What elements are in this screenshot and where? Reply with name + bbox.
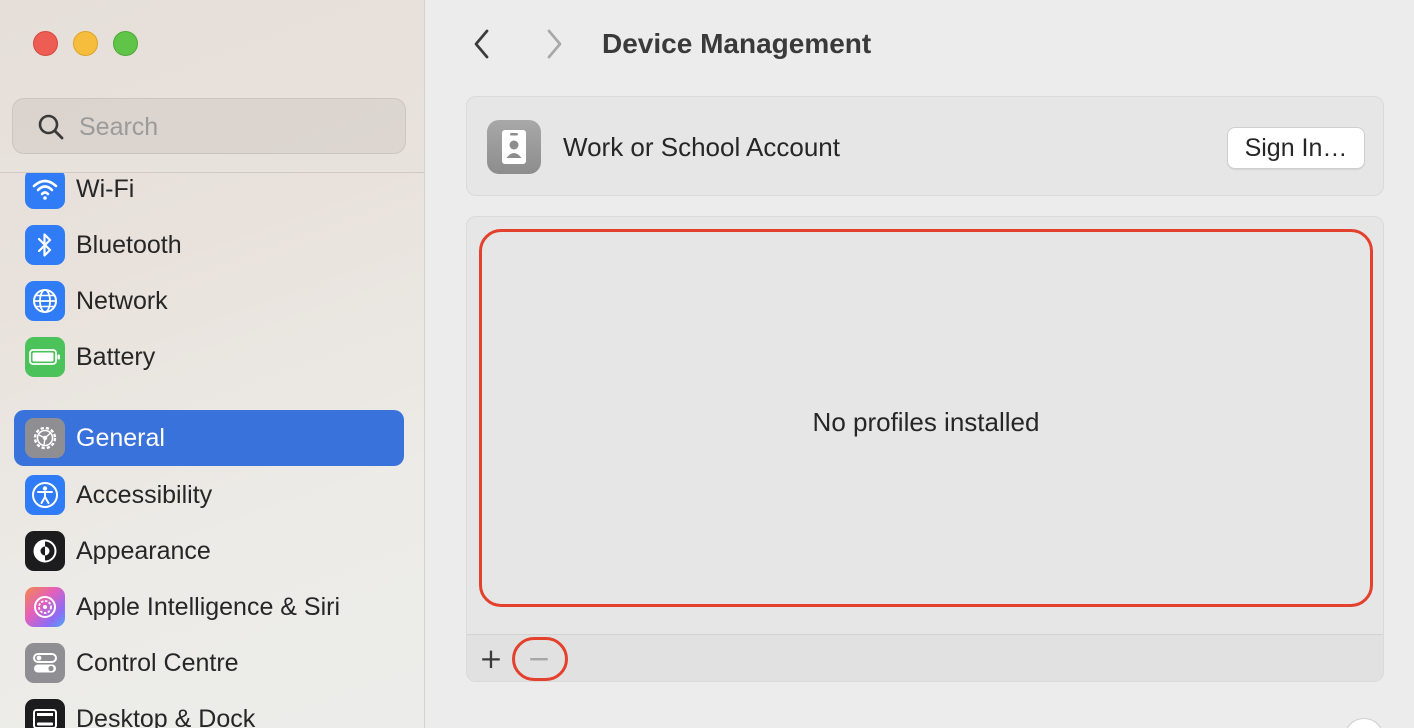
sidebar-item-label: Network [76, 287, 168, 315]
sidebar-item-general[interactable]: General [14, 410, 404, 466]
search-field[interactable] [12, 98, 406, 154]
gear-icon [25, 418, 65, 458]
sidebar-item-desktop-dock[interactable]: Desktop & Dock [14, 691, 404, 728]
chevron-right-icon [547, 29, 562, 59]
close-window-button[interactable] [33, 31, 58, 56]
sidebar-item-label: Desktop & Dock [76, 705, 256, 728]
work-school-account-row: Work or School Account Sign In… [466, 96, 1384, 196]
scroll-mask [0, 154, 424, 173]
zoom-window-button[interactable] [113, 31, 138, 56]
help-button[interactable] [1344, 718, 1384, 728]
sidebar-item-appearance[interactable]: Appearance [14, 523, 404, 579]
sign-in-button[interactable]: Sign In… [1227, 127, 1365, 169]
profiles-list: No profiles installed + − [466, 216, 1384, 682]
sidebar-item-accessibility[interactable]: Accessibility [14, 467, 404, 523]
account-label: Work or School Account [563, 132, 840, 162]
forward-button[interactable] [534, 24, 574, 64]
globe-icon [25, 281, 65, 321]
content-pane: Device Management Work or School Account… [426, 0, 1414, 728]
minimize-window-button[interactable] [73, 31, 98, 56]
bluetooth-icon [25, 225, 65, 265]
accessibility-icon [25, 475, 65, 515]
id-badge-icon [487, 120, 541, 174]
sidebar-item-label: Control Centre [76, 649, 239, 677]
sidebar-item-control-centre[interactable]: Control Centre [14, 635, 404, 691]
sidebar-item-battery[interactable]: Battery [14, 329, 404, 385]
annotation-highlight-ring [512, 637, 568, 681]
sidebar-item-apple-intelligence-siri[interactable]: Apple Intelligence & Siri [14, 579, 404, 635]
profiles-toolbar: + − [467, 635, 1383, 681]
sidebar-item-bluetooth[interactable]: Bluetooth [14, 217, 404, 273]
back-button[interactable] [462, 24, 502, 64]
siri-icon [25, 587, 65, 627]
sidebar-item-label: Appearance [76, 537, 211, 565]
chevron-left-icon [474, 29, 489, 59]
sidebar-item-label: Bluetooth [76, 231, 182, 259]
empty-state-message: No profiles installed [812, 407, 1040, 437]
sidebar: Wi-Fi Bluetooth Network [0, 0, 425, 728]
page-title: Device Management [602, 28, 872, 59]
sidebar-item-network[interactable]: Network [14, 273, 404, 329]
sidebar-divider [0, 172, 424, 173]
dock-icon [25, 699, 65, 728]
search-input[interactable] [79, 109, 399, 145]
sidebar-item-label: General [76, 424, 165, 452]
sidebar-item-label: Battery [76, 343, 156, 371]
add-profile-button[interactable]: + [471, 639, 511, 679]
sidebar-item-label: Apple Intelligence & Siri [76, 593, 341, 621]
toggles-icon [25, 643, 65, 683]
appearance-icon [25, 531, 65, 571]
search-icon [38, 114, 64, 140]
battery-icon [25, 337, 65, 377]
wifi-icon [25, 169, 65, 209]
sidebar-item-label: Accessibility [76, 481, 213, 509]
